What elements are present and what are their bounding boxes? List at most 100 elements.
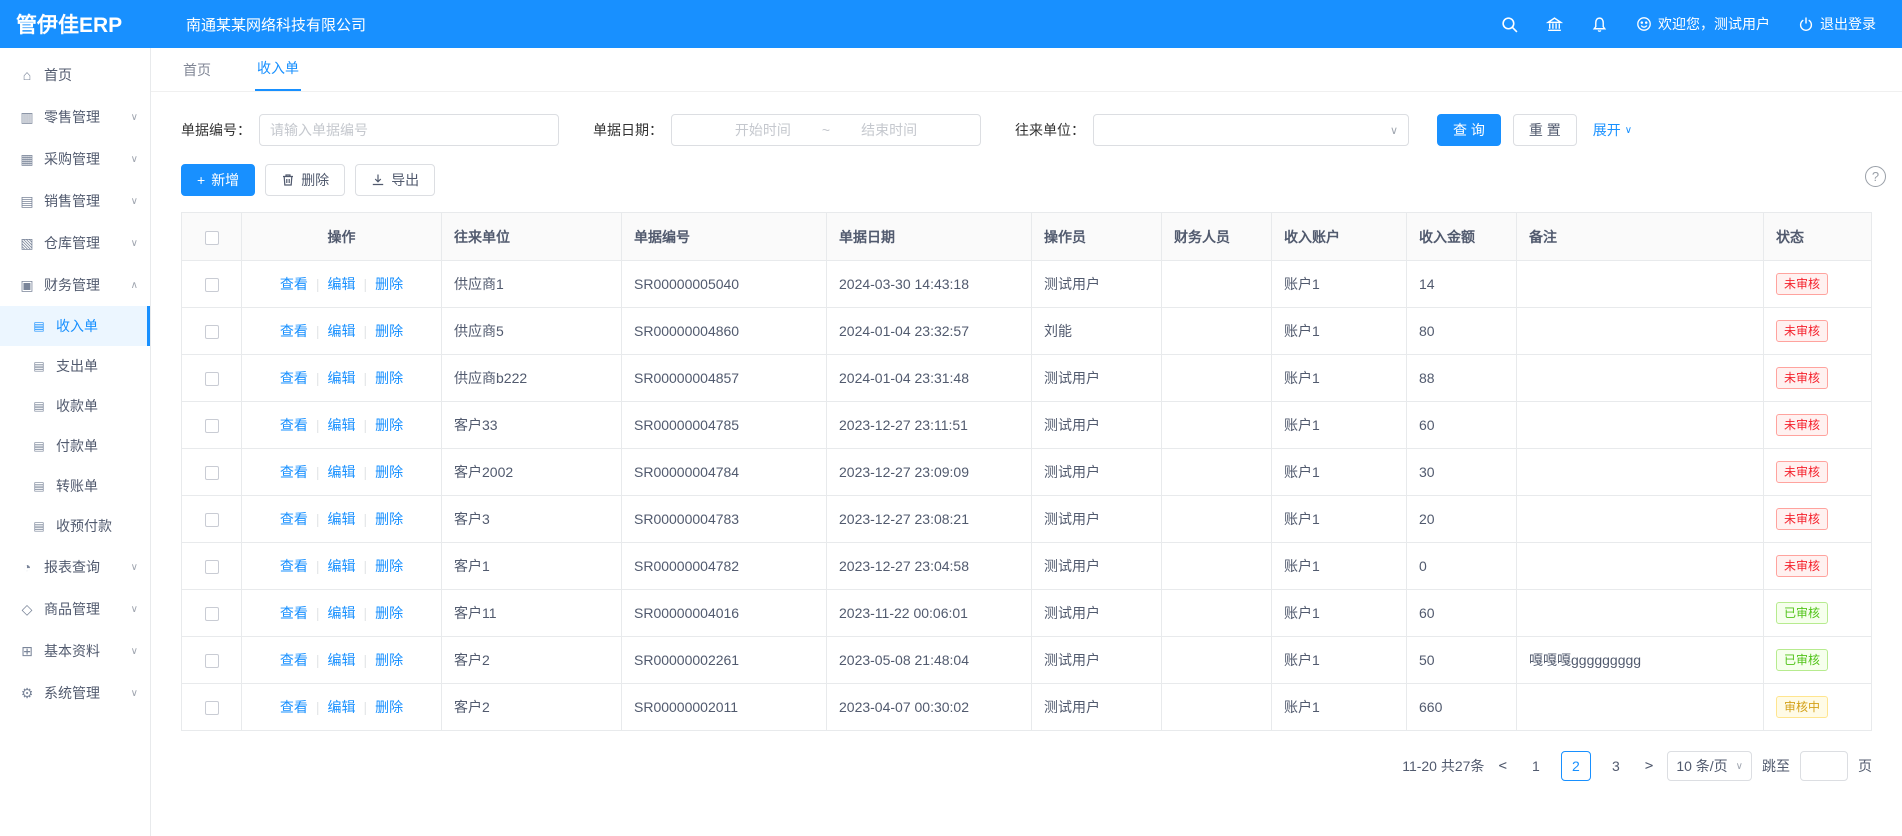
row-action-delete[interactable]: 删除	[375, 558, 403, 574]
row-checkbox[interactable]	[205, 278, 219, 292]
search-button[interactable]: 查 询	[1437, 114, 1501, 146]
row-action-edit[interactable]: 编辑	[328, 464, 356, 480]
row-checkbox[interactable]	[205, 560, 219, 574]
date-end-input[interactable]	[834, 122, 944, 138]
row-checkbox[interactable]	[205, 466, 219, 480]
tab-home[interactable]: 首页	[181, 49, 213, 91]
help-icon[interactable]: ?	[1865, 166, 1886, 187]
row-action-view[interactable]: 查看	[280, 511, 308, 527]
cell-account: 账户1	[1272, 543, 1407, 590]
row-checkbox[interactable]	[205, 372, 219, 386]
reset-button[interactable]: 重 置	[1513, 114, 1577, 146]
partner-select[interactable]: ∨	[1093, 114, 1409, 146]
row-action-edit[interactable]: 编辑	[328, 699, 356, 715]
sidebar-subitem-prepaid[interactable]: ▤ 收预付款	[0, 506, 150, 546]
row-action-edit[interactable]: 编辑	[328, 605, 356, 621]
row-action-edit[interactable]: 编辑	[328, 323, 356, 339]
sidebar-item-label: 系统管理	[44, 683, 100, 703]
export-button[interactable]: 导出	[355, 164, 435, 196]
delete-button[interactable]: 删除	[265, 164, 345, 196]
status-badge: 未审核	[1776, 508, 1828, 530]
row-checkbox[interactable]	[205, 325, 219, 339]
cell-bill_no: SR00000002011	[622, 684, 827, 731]
sidebar-item-warehouse[interactable]: ▧ 仓库管理 ∨	[0, 222, 150, 264]
row-action-view[interactable]: 查看	[280, 323, 308, 339]
row-action-edit[interactable]: 编辑	[328, 511, 356, 527]
row-action-delete[interactable]: 删除	[375, 417, 403, 433]
row-action-delete[interactable]: 删除	[375, 323, 403, 339]
row-action-delete[interactable]: 删除	[375, 511, 403, 527]
sidebar-item-sales[interactable]: ▤ 销售管理 ∨	[0, 180, 150, 222]
sidebar-subitem-receipt[interactable]: ▤ 收款单	[0, 386, 150, 426]
row-checkbox[interactable]	[205, 654, 219, 668]
sidebar-item-purchase[interactable]: ▦ 采购管理 ∨	[0, 138, 150, 180]
row-action-edit[interactable]: 编辑	[328, 558, 356, 574]
sidebar-item-basic[interactable]: ⊞ 基本资料 ∨	[0, 630, 150, 672]
page-number-3[interactable]: 3	[1601, 751, 1631, 781]
app-logo: 管伊佳ERP	[0, 9, 150, 39]
row-action-edit[interactable]: 编辑	[328, 276, 356, 292]
sidebar-subitem-income[interactable]: ▤ 收入单	[0, 306, 150, 346]
row-action-delete[interactable]: 删除	[375, 370, 403, 386]
bill-no-input[interactable]	[259, 114, 559, 146]
row-checkbox[interactable]	[205, 701, 219, 715]
row-action-delete[interactable]: 删除	[375, 699, 403, 715]
column-header: 操作	[242, 213, 442, 261]
row-checkbox[interactable]	[205, 513, 219, 527]
row-action-edit[interactable]: 编辑	[328, 370, 356, 386]
sidebar-subitem-payment[interactable]: ▤ 付款单	[0, 426, 150, 466]
row-action-view[interactable]: 查看	[280, 558, 308, 574]
date-range-picker[interactable]: ~	[671, 114, 981, 146]
column-header: 财务人员	[1162, 213, 1272, 261]
power-icon	[1798, 16, 1814, 32]
chevron-up-icon: ∧	[131, 280, 138, 291]
row-action-edit[interactable]: 编辑	[328, 417, 356, 433]
cell-remark	[1517, 496, 1764, 543]
sidebar-item-retail[interactable]: ▥ 零售管理 ∨	[0, 96, 150, 138]
row-action-view[interactable]: 查看	[280, 370, 308, 386]
row-action-delete[interactable]: 删除	[375, 464, 403, 480]
add-button[interactable]: + 新增	[181, 164, 255, 196]
welcome-user[interactable]: 欢迎您，测试用户	[1636, 14, 1770, 34]
status-badge: 审核中	[1776, 696, 1828, 718]
row-action-view[interactable]: 查看	[280, 464, 308, 480]
page-number-1[interactable]: 1	[1521, 751, 1551, 781]
row-action-view[interactable]: 查看	[280, 417, 308, 433]
expand-link[interactable]: 展开 ∨	[1593, 120, 1632, 140]
row-action-edit[interactable]: 编辑	[328, 652, 356, 668]
sidebar-item-finance[interactable]: ▣ 财务管理 ∧	[0, 264, 150, 306]
action-separator: |	[364, 511, 368, 527]
search-icon[interactable]	[1501, 16, 1518, 33]
row-checkbox[interactable]	[205, 607, 219, 621]
sidebar-subitem-transfer[interactable]: ▤ 转账单	[0, 466, 150, 506]
sidebar-item-system[interactable]: ⚙ 系统管理 ∨	[0, 672, 150, 714]
next-page-arrow[interactable]: >	[1641, 758, 1657, 774]
cell-operator: 测试用户	[1032, 402, 1162, 449]
page-size-select[interactable]: 10 条/页 ∨	[1667, 751, 1752, 781]
sidebar-item-home[interactable]: ⌂ 首页	[0, 54, 150, 96]
cell-finance	[1162, 684, 1272, 731]
sidebar-subitem-expense[interactable]: ▤ 支出单	[0, 346, 150, 386]
sidebar-item-report[interactable]: ◔ 报表查询 ∨	[0, 546, 150, 588]
logout-button[interactable]: 退出登录	[1798, 14, 1876, 34]
bank-icon[interactable]	[1546, 16, 1563, 33]
prev-page-arrow[interactable]: <	[1494, 758, 1510, 774]
sidebar-item-goods[interactable]: ◇ 商品管理 ∨	[0, 588, 150, 630]
row-action-delete[interactable]: 删除	[375, 605, 403, 621]
row-checkbox[interactable]	[205, 419, 219, 433]
cell-operator: 刘能	[1032, 308, 1162, 355]
cell-bill_no: SR00000004016	[622, 590, 827, 637]
row-action-view[interactable]: 查看	[280, 605, 308, 621]
date-start-input[interactable]	[708, 122, 818, 138]
row-action-delete[interactable]: 删除	[375, 276, 403, 292]
page-number-2-current[interactable]: 2	[1561, 751, 1591, 781]
row-action-view[interactable]: 查看	[280, 699, 308, 715]
tab-income[interactable]: 收入单	[255, 47, 301, 91]
jump-page-input[interactable]	[1800, 751, 1848, 781]
row-action-view[interactable]: 查看	[280, 652, 308, 668]
doc-icon: ▤	[30, 519, 48, 533]
bell-icon[interactable]	[1591, 16, 1608, 33]
select-all-checkbox[interactable]	[205, 231, 219, 245]
row-action-view[interactable]: 查看	[280, 276, 308, 292]
row-action-delete[interactable]: 删除	[375, 652, 403, 668]
